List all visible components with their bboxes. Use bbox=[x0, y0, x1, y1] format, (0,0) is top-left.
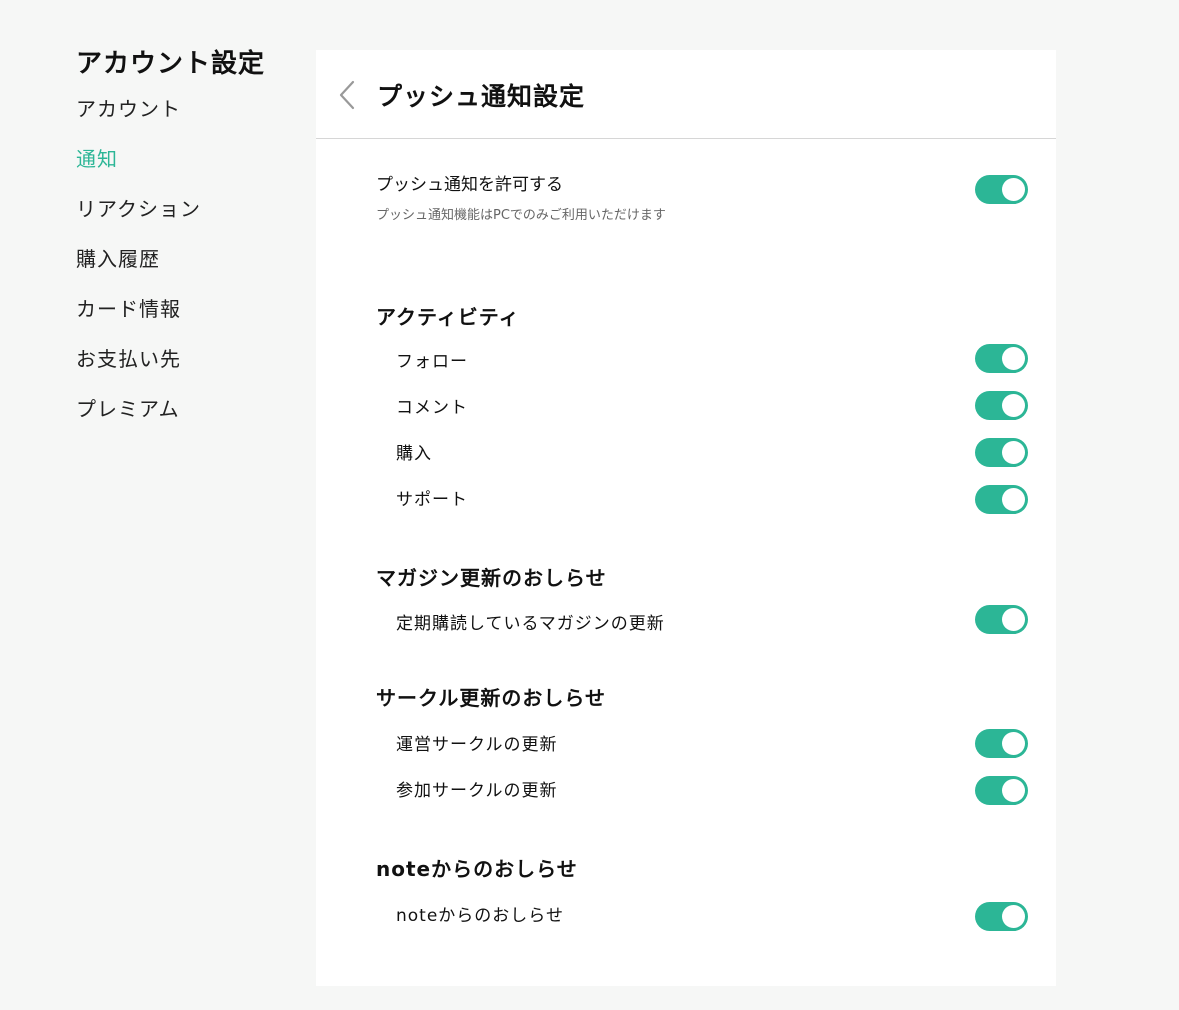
toggle-knob bbox=[1002, 608, 1025, 631]
toggle-managed-circle[interactable] bbox=[975, 729, 1028, 758]
back-button[interactable] bbox=[334, 78, 362, 112]
item-label-follow: フォロー bbox=[396, 352, 468, 372]
item-label-purchase: 購入 bbox=[396, 444, 432, 464]
toggle-support[interactable] bbox=[975, 485, 1028, 514]
item-label-note-news: noteからのおしらせ bbox=[396, 906, 564, 926]
sidebar-item-purchase-history[interactable]: 購入履歴 bbox=[76, 246, 296, 272]
sidebar-item-payee[interactable]: お支払い先 bbox=[76, 346, 296, 372]
section-title-magazine: マガジン更新のおしらせ bbox=[376, 566, 607, 590]
toggle-note-news[interactable] bbox=[975, 902, 1028, 931]
page-title: プッシュ通知設定 bbox=[377, 82, 586, 111]
toggle-knob bbox=[1002, 779, 1025, 802]
toggle-knob bbox=[1002, 394, 1025, 417]
toggle-knob bbox=[1002, 347, 1025, 370]
section-title-circle: サークル更新のおしらせ bbox=[376, 686, 606, 710]
allow-push-toggle[interactable] bbox=[975, 175, 1028, 204]
toggle-follow[interactable] bbox=[975, 344, 1028, 373]
item-label-comment: コメント bbox=[396, 398, 468, 418]
sidebar-title: アカウント設定 bbox=[76, 49, 266, 79]
item-label-managed-circle: 運営サークルの更新 bbox=[396, 735, 558, 755]
sidebar-item-account[interactable]: アカウント bbox=[76, 96, 296, 122]
sidebar-item-premium[interactable]: プレミアム bbox=[76, 396, 296, 422]
section-title-activity: アクティビティ bbox=[376, 305, 520, 329]
allow-push-label: プッシュ通知を許可する bbox=[376, 175, 563, 195]
sidebar: アカウント設定 アカウント 通知 リアクション 購入履歴 カード情報 お支払い先… bbox=[76, 46, 296, 446]
toggle-knob bbox=[1002, 178, 1025, 201]
toggle-magazine-update[interactable] bbox=[975, 605, 1028, 634]
toggle-knob bbox=[1002, 732, 1025, 755]
settings-panel: プッシュ通知設定 プッシュ通知を許可する プッシュ通知機能はPCでのみご利用いた… bbox=[316, 50, 1056, 986]
item-label-support: サポート bbox=[396, 490, 468, 510]
toggle-knob bbox=[1002, 488, 1025, 511]
sidebar-item-notifications[interactable]: 通知 bbox=[76, 146, 296, 172]
item-label-joined-circle: 参加サークルの更新 bbox=[396, 781, 558, 801]
chevron-left-icon bbox=[339, 80, 355, 110]
section-title-note: noteからのおしらせ bbox=[376, 857, 578, 881]
toggle-comment[interactable] bbox=[975, 391, 1028, 420]
item-label-magazine-update: 定期購読しているマガジンの更新 bbox=[396, 614, 665, 634]
toggle-knob bbox=[1002, 905, 1025, 928]
toggle-joined-circle[interactable] bbox=[975, 776, 1028, 805]
toggle-purchase[interactable] bbox=[975, 438, 1028, 467]
toggle-knob bbox=[1002, 441, 1025, 464]
sidebar-item-card-info[interactable]: カード情報 bbox=[76, 296, 296, 322]
panel-header: プッシュ通知設定 bbox=[316, 50, 1056, 139]
sidebar-item-reactions[interactable]: リアクション bbox=[76, 196, 296, 222]
allow-push-note: プッシュ通知機能はPCでのみご利用いただけます bbox=[376, 208, 666, 223]
